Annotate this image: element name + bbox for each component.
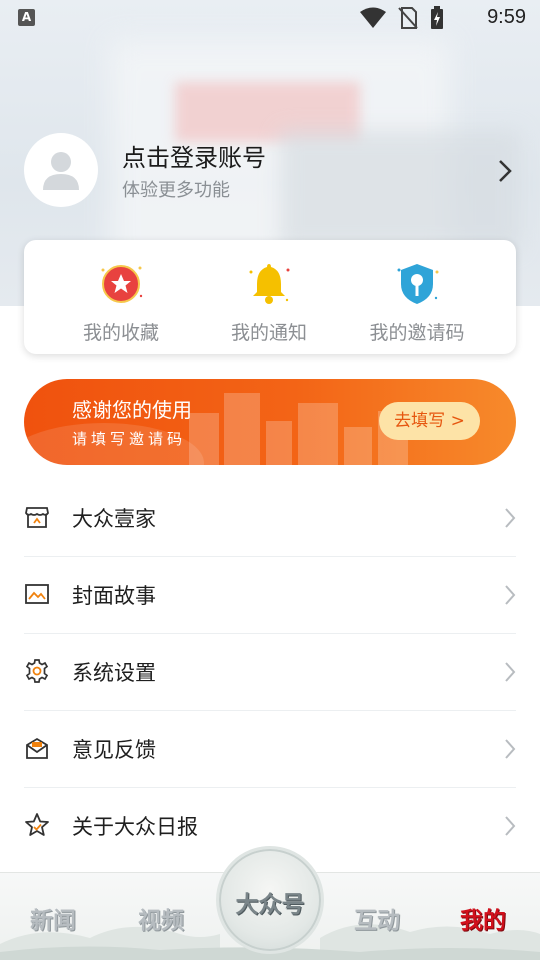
quick-action-label: 我的邀请码 [369, 322, 465, 344]
login-title[interactable]: 点击登录账号 [122, 138, 266, 173]
store-icon [25, 507, 49, 528]
menu-item-system-settings[interactable]: 系统设置 [24, 634, 516, 711]
chevron-right-icon [505, 816, 516, 836]
menu-item-dazhong-yijia[interactable]: 大众壹家 [24, 480, 516, 557]
chevron-right-icon [505, 739, 516, 759]
banner-subtitle: 请填写邀请码 [72, 430, 187, 448]
settings-menu: 大众壹家 封面故事 系统设置 意见反馈 关于大众日报 [24, 480, 516, 865]
quick-action-label: 我的收藏 [82, 322, 159, 344]
quick-actions-card: 我的收藏 我的通知 我的邀请码 [24, 240, 516, 354]
invite-banner[interactable]: 感谢您的使用 请填写邀请码 去填写 > [24, 379, 516, 465]
user-silhouette-icon [43, 152, 79, 190]
key-shield-icon [397, 264, 439, 304]
menu-item-label: 关于大众日报 [72, 815, 198, 839]
no-sim-icon [398, 7, 418, 29]
tab-dazhonghao[interactable]: 大众号 [216, 846, 324, 954]
clock: 9:59 [487, 6, 526, 28]
menu-item-label: 封面故事 [72, 584, 156, 608]
picture-icon [25, 584, 49, 604]
menu-item-label: 意见反馈 [72, 738, 156, 762]
menu-item-feedback[interactable]: 意见反馈 [24, 711, 516, 788]
star-outline-icon [25, 813, 49, 836]
login-subtitle: 体验更多功能 [122, 180, 230, 201]
quick-action-notifications[interactable]: 我的通知 [194, 258, 344, 345]
quick-action-invite-code[interactable]: 我的邀请码 [342, 258, 492, 345]
notification-a-icon: A [18, 9, 35, 26]
menu-item-label: 系统设置 [72, 661, 156, 685]
gear-icon [25, 659, 49, 683]
quick-action-label: 我的通知 [230, 322, 307, 344]
quick-action-favorites[interactable]: 我的收藏 [46, 258, 196, 345]
tab-news[interactable]: 新闻 [30, 901, 76, 935]
avatar[interactable] [24, 133, 98, 207]
menu-item-label: 大众壹家 [72, 507, 156, 531]
status-bar: A 9:59 [0, 0, 540, 36]
chevron-right-icon [505, 508, 516, 528]
tab-video[interactable]: 视频 [138, 901, 184, 935]
fill-invite-button[interactable]: 去填写 > [379, 402, 480, 440]
chevron-right-icon [505, 662, 516, 682]
banner-title: 感谢您的使用 [72, 398, 192, 422]
chevron-right-icon[interactable] [498, 158, 512, 184]
star-badge-icon [101, 265, 143, 303]
tab-interact[interactable]: 互动 [354, 901, 400, 935]
tab-mine[interactable]: 我的 [460, 901, 506, 935]
chevron-right-icon [505, 585, 516, 605]
menu-item-cover-story[interactable]: 封面故事 [24, 557, 516, 634]
mail-icon [26, 737, 48, 759]
tab-dazhonghao-label: 大众号 [235, 891, 305, 918]
bell-icon [249, 264, 290, 304]
battery-charging-icon [431, 6, 443, 29]
wifi-icon [360, 7, 386, 28]
